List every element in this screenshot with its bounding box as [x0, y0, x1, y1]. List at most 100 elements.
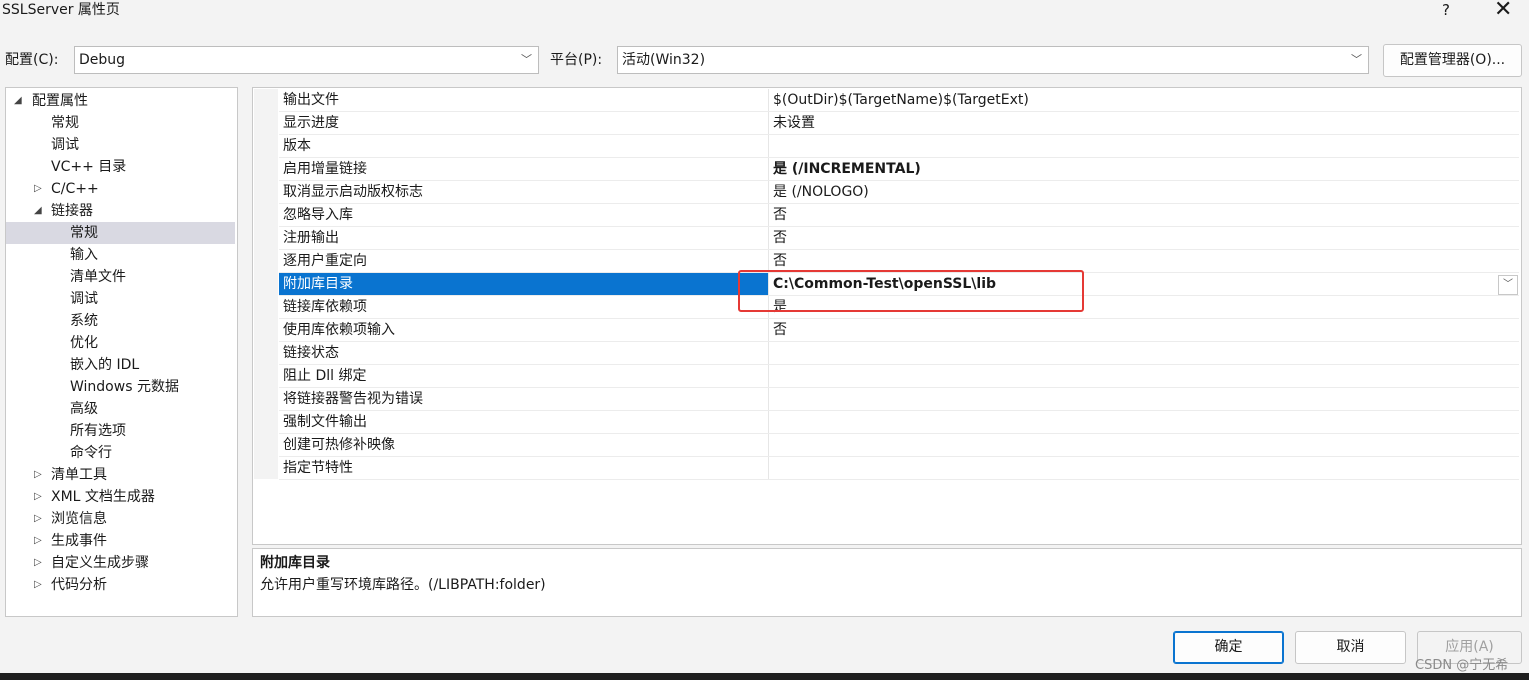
property-row[interactable]: 输出文件 $(OutDir)$(TargetName)$(TargetExt) [279, 89, 1519, 112]
tree-item[interactable]: 嵌入的 IDL [6, 354, 235, 376]
property-row[interactable]: 将链接器警告视为错误 [279, 388, 1519, 411]
platform-label: 平台(P): [550, 52, 603, 68]
property-value[interactable]: 否 [769, 319, 1517, 341]
expand-arrow-icon[interactable]: ▷ [34, 464, 42, 486]
property-name: 输出文件 [279, 89, 769, 111]
expand-arrow-icon[interactable]: ▷ [34, 486, 42, 508]
tree-item-label: 调试 [51, 137, 79, 153]
tree-item[interactable]: ◢ 配置属性 [6, 90, 235, 112]
property-row[interactable]: 使用库依赖项输入否 [279, 319, 1519, 342]
ok-button[interactable]: 确定 [1173, 631, 1284, 664]
property-value[interactable] [769, 434, 1517, 456]
property-name: 取消显示启动版权标志 [279, 181, 769, 203]
property-name: 显示进度 [279, 112, 769, 134]
tree-item-label: 生成事件 [51, 533, 107, 549]
property-row[interactable]: 忽略导入库否 [279, 204, 1519, 227]
property-value[interactable]: $(OutDir)$(TargetName)$(TargetExt) [769, 89, 1517, 111]
highlight-annotation-box [738, 270, 1084, 312]
tree-item[interactable]: ▷ 清单工具 [6, 464, 235, 486]
property-row[interactable]: 取消显示启动版权标志是 (/NOLOGO) [279, 181, 1519, 204]
title-bar: SSLServer 属性页 ? ✕ [0, 0, 1529, 26]
tree-item-label: 系统 [70, 313, 98, 329]
config-combo-value: Debug [79, 52, 126, 68]
tree-item[interactable]: 调试 [6, 134, 235, 156]
property-value[interactable]: 是 (/INCREMENTAL) [769, 158, 1517, 180]
tree-item[interactable]: ◢ 链接器 [6, 200, 235, 222]
property-value[interactable]: 否 [769, 250, 1517, 272]
property-name: 忽略导入库 [279, 204, 769, 226]
property-value[interactable] [769, 365, 1517, 387]
expand-arrow-icon[interactable]: ▷ [34, 574, 42, 596]
property-row[interactable]: 启用增量链接是 (/INCREMENTAL) [279, 158, 1519, 181]
watermark: CSDN @宁无希 [1415, 658, 1509, 673]
tree-item[interactable]: Windows 元数据 [6, 376, 235, 398]
property-name: 注册输出 [279, 227, 769, 249]
property-row[interactable]: 版本 [279, 135, 1519, 158]
property-value[interactable]: 否 [769, 227, 1517, 249]
collapse-arrow-icon[interactable]: ◢ [34, 200, 42, 222]
tree-item[interactable]: 系统 [6, 310, 235, 332]
property-name: 逐用户重定向 [279, 250, 769, 272]
property-row[interactable]: 注册输出否 [279, 227, 1519, 250]
tree-item-label: 所有选项 [70, 423, 126, 439]
tree-item[interactable]: ▷ 生成事件 [6, 530, 235, 552]
tree-item[interactable]: ▷ C/C++ [6, 178, 235, 200]
property-row[interactable]: 创建可热修补映像 [279, 434, 1519, 457]
expand-arrow-icon[interactable]: ▷ [34, 178, 42, 200]
property-value[interactable] [769, 342, 1517, 364]
tree-item-label: 高级 [70, 401, 98, 417]
property-name: 指定节特性 [279, 457, 769, 479]
tree-item[interactable]: ▷ 自定义生成步骤 [6, 552, 235, 574]
property-row[interactable]: 指定节特性 [279, 457, 1519, 480]
tree-item[interactable]: 常规 [6, 112, 235, 134]
tree-item[interactable]: 命令行 [6, 442, 235, 464]
expand-arrow-icon[interactable]: ▷ [34, 530, 42, 552]
tree-item[interactable]: ▷ 浏览信息 [6, 508, 235, 530]
window-title: SSLServer 属性页 [2, 2, 120, 18]
property-value[interactable]: 未设置 [769, 112, 1517, 134]
tree-item-label: 配置属性 [32, 93, 88, 109]
help-button[interactable]: ? [1442, 0, 1450, 20]
tree-item-label: Windows 元数据 [70, 379, 179, 395]
cancel-button[interactable]: 取消 [1295, 631, 1406, 664]
tree-item[interactable]: ▷ XML 文档生成器 [6, 486, 235, 508]
property-row[interactable]: 强制文件输出 [279, 411, 1519, 434]
property-value[interactable] [769, 388, 1517, 410]
description-panel: 附加库目录 允许用户重写环境库路径。(/LIBPATH:folder) [252, 548, 1522, 617]
tree-item-label: 常规 [51, 115, 79, 131]
tree-item[interactable]: 输入 [6, 244, 235, 266]
tree-item-label: 自定义生成步骤 [51, 555, 149, 571]
tree-item[interactable]: 调试 [6, 288, 235, 310]
property-row[interactable]: 显示进度 未设置 [279, 112, 1519, 135]
property-value[interactable]: 否 [769, 204, 1517, 226]
property-name: 创建可热修补映像 [279, 434, 769, 456]
tree-item-label: 浏览信息 [51, 511, 107, 527]
property-value[interactable] [769, 457, 1517, 479]
expand-arrow-icon[interactable]: ▷ [34, 508, 42, 530]
property-value[interactable]: 是 (/NOLOGO) [769, 181, 1517, 203]
platform-combo[interactable]: 活动(Win32) ﹀ [617, 46, 1369, 74]
tree-item-label: VC++ 目录 [51, 159, 127, 175]
property-row[interactable]: 链接状态 [279, 342, 1519, 365]
property-value[interactable] [769, 135, 1517, 157]
tree-item[interactable]: 清单文件 [6, 266, 235, 288]
config-combo[interactable]: Debug ﹀ [74, 46, 539, 74]
property-name: 使用库依赖项输入 [279, 319, 769, 341]
config-manager-button[interactable]: 配置管理器(O)... [1383, 44, 1522, 77]
property-row[interactable]: 阻止 Dll 绑定 [279, 365, 1519, 388]
expand-arrow-icon[interactable]: ▷ [34, 552, 42, 574]
property-value[interactable] [769, 411, 1517, 433]
close-icon[interactable]: ✕ [1494, 0, 1512, 23]
collapse-arrow-icon[interactable]: ◢ [14, 90, 22, 112]
tree-item[interactable]: VC++ 目录 [6, 156, 235, 178]
background-strip [0, 673, 1529, 680]
tree-item-label: 调试 [70, 291, 98, 307]
tree-item[interactable]: 所有选项 [6, 420, 235, 442]
tree-item[interactable]: 常规 [6, 222, 235, 244]
property-name: 链接库依赖项 [279, 296, 769, 318]
tree-item[interactable]: ▷ 代码分析 [6, 574, 235, 596]
property-name: 强制文件输出 [279, 411, 769, 433]
tree-item[interactable]: 高级 [6, 398, 235, 420]
tree-item[interactable]: 优化 [6, 332, 235, 354]
tree-item-label: 输入 [70, 247, 98, 263]
